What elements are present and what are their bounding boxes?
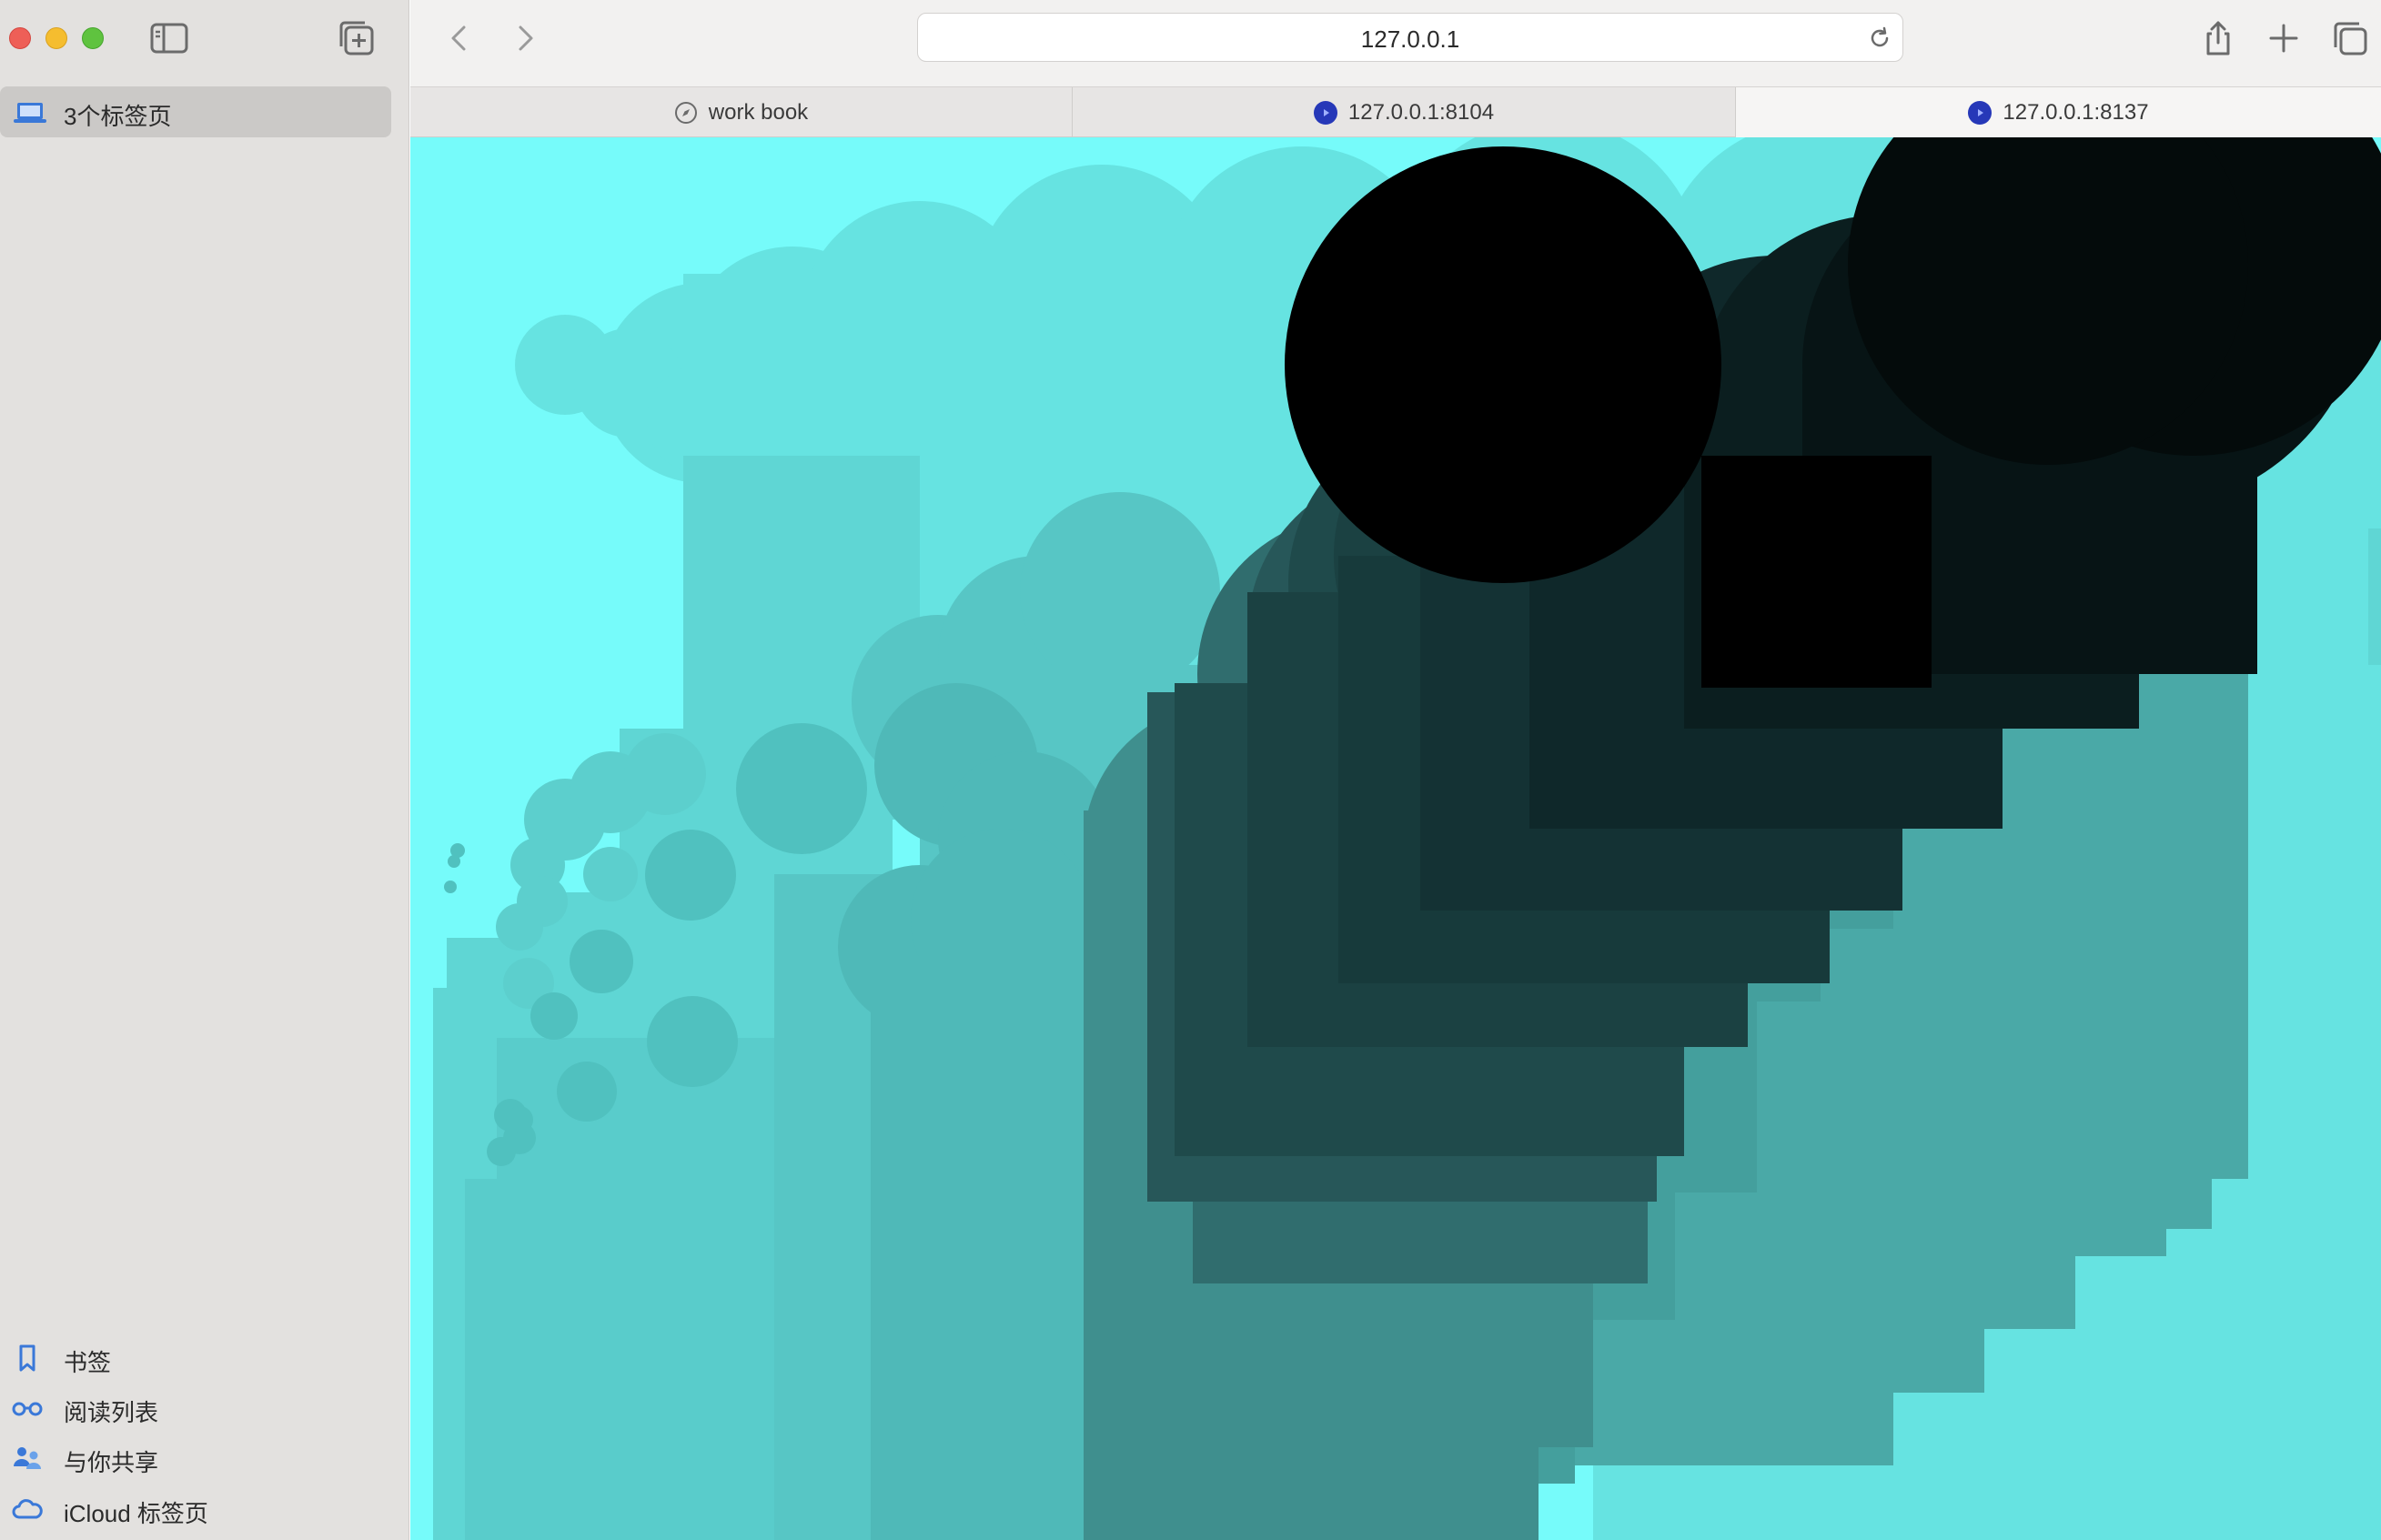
chevron-left-icon xyxy=(451,25,466,51)
tab-bar: work book 127.0.0.1:8104 127.0.0.1:8137 xyxy=(410,86,2381,137)
sidebar: 3个标签页 书签 阅读列表 与你共享 iCloud 标签页 xyxy=(0,0,409,1540)
tab-overview-icon xyxy=(2334,22,2367,55)
reading-list-icon xyxy=(12,1402,43,1416)
browser-toolbar: 127.0.0.1 xyxy=(410,0,2381,86)
address-bar[interactable]: 127.0.0.1 xyxy=(917,13,1903,62)
new-tab-button[interactable] xyxy=(2264,18,2304,58)
new-tab-group-button[interactable] xyxy=(338,19,376,57)
reload-button[interactable] xyxy=(1866,25,1893,52)
site-favicon-icon xyxy=(1968,101,1993,125)
tab-8104[interactable]: 127.0.0.1:8104 xyxy=(1073,87,1736,137)
generative-art-graphic xyxy=(433,137,2381,1540)
plus-icon xyxy=(2269,24,2298,53)
sidebar-item-bookmarks[interactable]: 书签 xyxy=(0,1335,400,1381)
chevron-right-icon xyxy=(519,25,533,51)
share-button[interactable] xyxy=(2198,18,2238,58)
tab-label: work book xyxy=(708,100,809,125)
sidebar-item-label: iCloud 标签页 xyxy=(64,1500,208,1527)
compass-icon xyxy=(674,102,697,124)
sidebar-item-shared-with-you[interactable]: 与你共享 xyxy=(0,1435,400,1481)
sidebar-item-label: 阅读列表 xyxy=(64,1399,159,1426)
site-favicon-icon xyxy=(1313,101,1337,125)
share-icon xyxy=(2206,21,2230,55)
back-button[interactable] xyxy=(442,20,479,56)
sidebar-item-reading-list[interactable]: 阅读列表 xyxy=(0,1385,400,1431)
tab-8137-active[interactable]: 127.0.0.1:8137 xyxy=(1736,87,2381,137)
sidebar-toggle-icon xyxy=(150,23,188,54)
sidebar-item-icloud-tabs[interactable]: iCloud 标签页 xyxy=(0,1486,400,1532)
sidebar-item-label: 与你共享 xyxy=(64,1449,159,1476)
address-url: 127.0.0.1 xyxy=(1360,25,1460,53)
tab-group-item[interactable]: 3个标签页 xyxy=(0,86,391,137)
bookmark-icon xyxy=(19,1344,35,1372)
sidebar-item-label: 书签 xyxy=(64,1349,112,1376)
shared-with-you-icon xyxy=(14,1447,41,1469)
tab-label: 127.0.0.1:8104 xyxy=(1347,100,1495,125)
tab-label: 127.0.0.1:8137 xyxy=(2003,100,2149,125)
reload-icon xyxy=(1871,26,1889,47)
forward-button[interactable] xyxy=(506,20,542,56)
tab-group-label: 3个标签页 xyxy=(64,103,172,130)
sidebar-toggle-button[interactable] xyxy=(149,22,189,55)
zoom-window-button[interactable] xyxy=(82,27,104,49)
web-page-canvas[interactable] xyxy=(410,137,2381,1540)
tab-work-book[interactable]: work book xyxy=(410,87,1073,137)
tab-overview-button[interactable] xyxy=(2330,18,2370,58)
close-window-button[interactable] xyxy=(9,27,31,49)
laptop-icon xyxy=(14,103,46,123)
minimize-window-button[interactable] xyxy=(45,27,67,49)
new-tab-group-icon xyxy=(339,21,374,55)
icloud-icon xyxy=(12,1499,43,1519)
